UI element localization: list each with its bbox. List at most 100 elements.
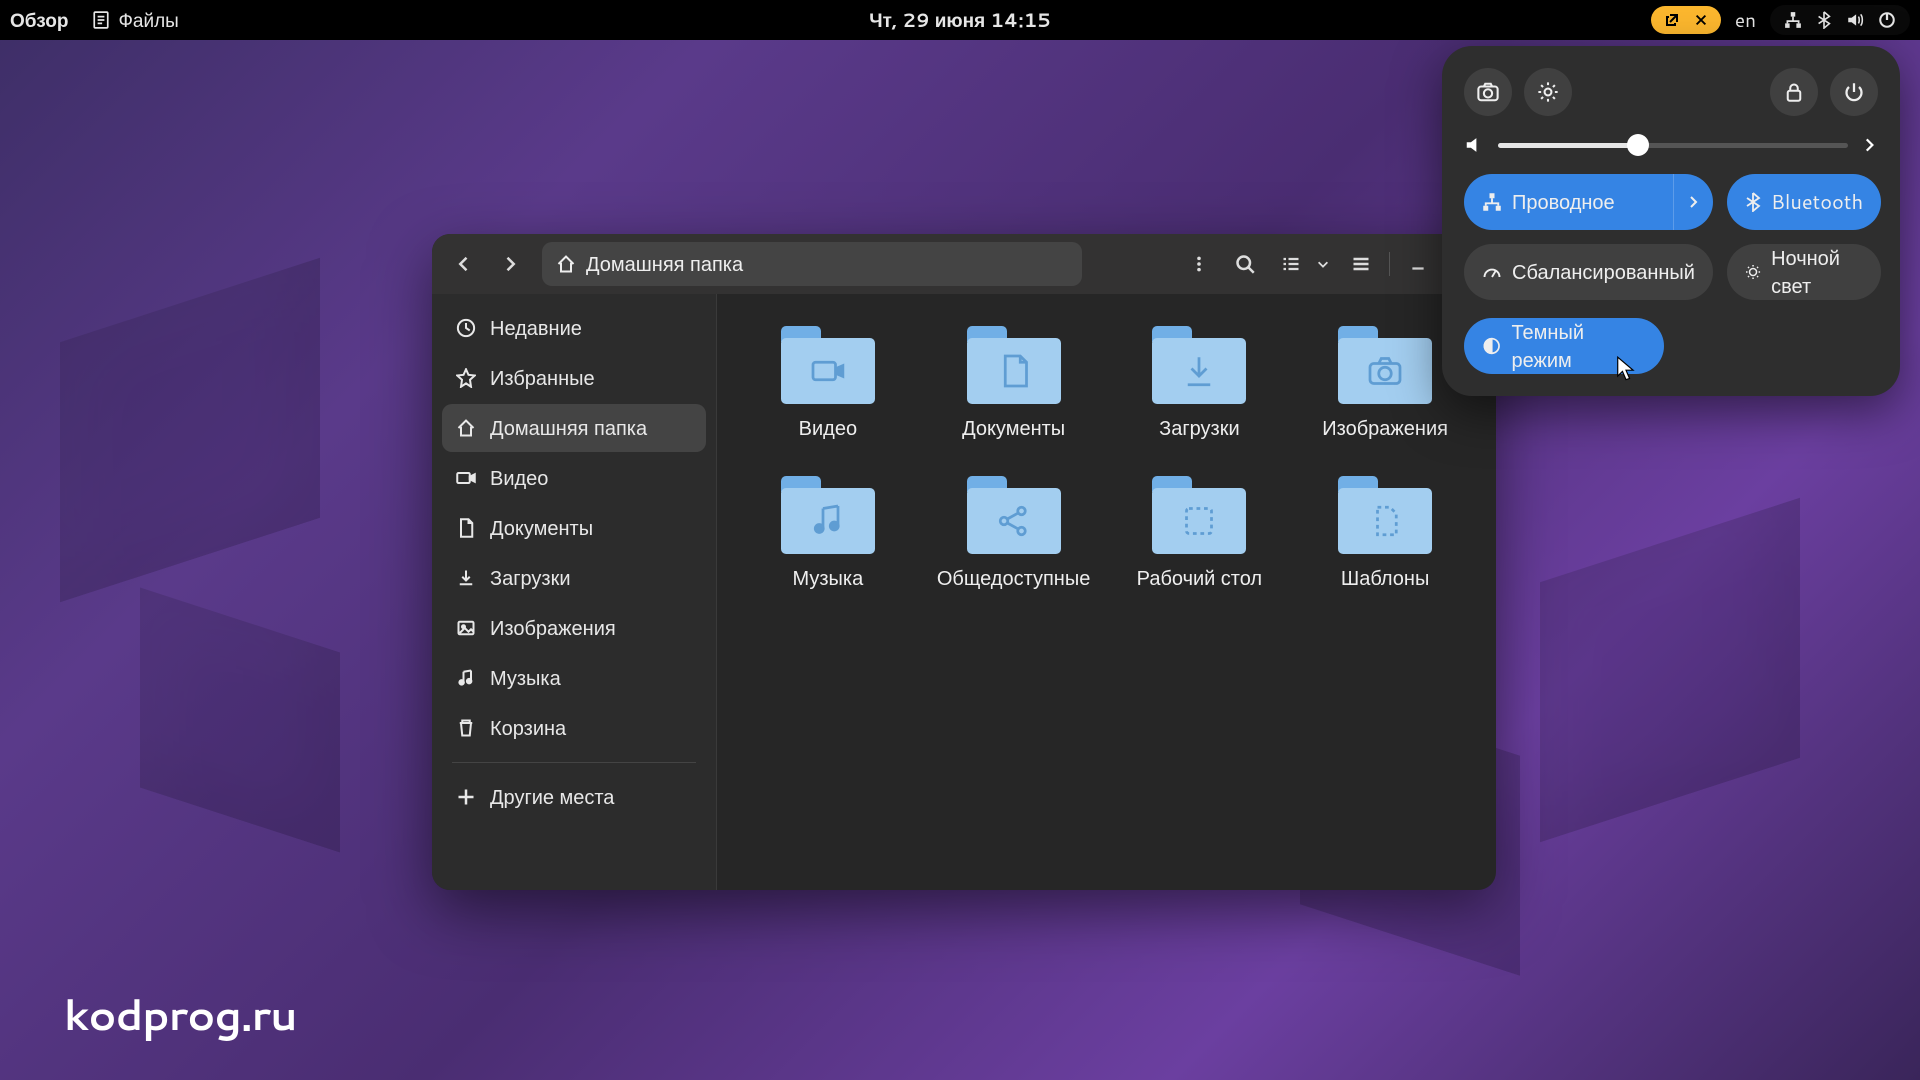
toggle-label: Bluetooth [1771,188,1863,216]
volume-slider[interactable] [1464,134,1878,156]
folder-item[interactable]: Общедоступные [929,476,1099,592]
toggle-power-profile[interactable]: Сбалансированный [1464,244,1713,300]
quick-settings-panel: Проводное Bluetooth Сбалансированный Ноч… [1442,46,1900,396]
path-bar[interactable]: Домашняя папка [542,242,1082,286]
path-bar-label: Домашняя папка [586,250,743,278]
list-icon [1281,254,1301,274]
minimize-button[interactable] [1400,246,1436,282]
volume-icon [1464,134,1486,156]
folder-item[interactable]: Шаблоны [1300,476,1470,592]
toggle-label: Проводное [1512,188,1615,216]
clock[interactable]: Чт, 29 июня 14:15 [869,7,1051,34]
chevron-down-icon [1316,257,1330,271]
power-icon [1844,82,1864,102]
folder-label: Видео [799,414,857,442]
toggle-submenu-button[interactable] [1673,174,1713,230]
folder-icon [967,476,1061,554]
document-icon [92,11,110,29]
sidebar-item-video[interactable]: Видео [442,454,706,502]
close-icon [1694,13,1708,27]
image-icon [456,618,476,638]
slider-thumb[interactable] [1627,134,1649,156]
dark-mode-icon [1482,336,1501,356]
sidebar-item-label: Другие места [490,783,614,811]
home-icon [456,418,476,438]
sidebar-item-home[interactable]: Домашняя папка [442,404,706,452]
minimize-icon [1409,255,1427,273]
view-list-button[interactable] [1273,246,1309,282]
activities-button[interactable]: Обзор [10,7,68,34]
sidebar-item-label: Видео [490,464,548,492]
chevron-right-icon [500,254,520,274]
star-icon [456,368,476,388]
sidebar-item-label: Корзина [490,714,566,742]
nav-forward-button[interactable] [492,246,528,282]
sidebar-item-trash[interactable]: Корзина [442,704,706,752]
path-menu-button[interactable] [1181,246,1217,282]
chevron-right-icon[interactable] [1860,136,1878,154]
lock-button[interactable] [1770,68,1818,116]
volume-icon [1846,11,1864,29]
wallpaper-shape [60,258,320,602]
focused-app-name: Файлы [118,7,178,34]
folder-item[interactable]: Видео [743,326,913,442]
search-button[interactable] [1227,246,1263,282]
sidebar-item-label: Загрузки [490,564,571,592]
folder-label: Изображения [1322,414,1448,442]
top-bar: Обзор Файлы Чт, 29 июня 14:15 en [0,0,1920,40]
toggle-night-light[interactable]: Ночной свет [1727,244,1881,300]
music-icon [456,668,476,688]
sidebar-item-clock[interactable]: Недавние [442,304,706,352]
speedometer-icon [1482,262,1502,282]
focused-app-menu[interactable]: Файлы [92,7,178,34]
folder-item[interactable]: Рабочий стол [1115,476,1285,592]
sidebar-item-other-places[interactable]: Другие места [442,773,706,821]
slider-track[interactable] [1498,143,1848,148]
folder-icon [1338,476,1432,554]
folder-label: Музыка [793,564,864,592]
folder-item[interactable]: Музыка [743,476,913,592]
sidebar-item-label: Домашняя папка [490,414,647,442]
folder-item[interactable]: Загрузки [1115,326,1285,442]
toggle-wired[interactable]: Проводное [1464,174,1713,230]
search-icon [1235,254,1255,274]
sidebar-item-image[interactable]: Изображения [442,604,706,652]
video-icon [456,468,476,488]
chevron-left-icon [454,254,474,274]
view-dropdown-button[interactable] [1313,246,1333,282]
folder-grid: Видео ДокументыЗагрузки Изображения Музыка О… [716,294,1496,890]
menu-icon [1351,254,1371,274]
night-light-icon [1745,262,1761,282]
sidebar-item-label: Музыка [490,664,561,692]
folder-label: Шаблоны [1341,564,1429,592]
system-tray[interactable] [1770,5,1910,35]
sidebar-item-star[interactable]: Избранные [442,354,706,402]
folder-icon [781,476,875,554]
home-icon [556,254,576,274]
keyboard-layout[interactable]: en [1735,7,1756,34]
folder-label: Рабочий стол [1137,564,1262,592]
sidebar-item-doc[interactable]: Документы [442,504,706,552]
toggle-label: Темный режим [1511,318,1646,374]
settings-button[interactable] [1524,68,1572,116]
screenshot-button[interactable] [1464,68,1512,116]
toggle-dark-mode[interactable]: Темный режим [1464,318,1664,374]
hamburger-menu-button[interactable] [1343,246,1379,282]
gear-icon [1537,81,1559,103]
sidebar-item-download[interactable]: Загрузки [442,554,706,602]
slider-fill [1498,143,1638,148]
folder-label: Общедоступные [937,564,1090,592]
wallpaper-shape [140,588,340,853]
notification-pill[interactable] [1651,6,1721,34]
plus-icon [456,787,476,807]
trash-icon [456,718,476,738]
sidebar-item-music[interactable]: Музыка [442,654,706,702]
chevron-right-icon [1685,194,1701,210]
folder-item[interactable]: Документы [929,326,1099,442]
kebab-icon [1190,255,1208,273]
power-menu-button[interactable] [1830,68,1878,116]
download-icon [456,568,476,588]
nav-back-button[interactable] [446,246,482,282]
toggle-label: Ночной свет [1771,244,1863,300]
toggle-bluetooth[interactable]: Bluetooth [1727,174,1881,230]
